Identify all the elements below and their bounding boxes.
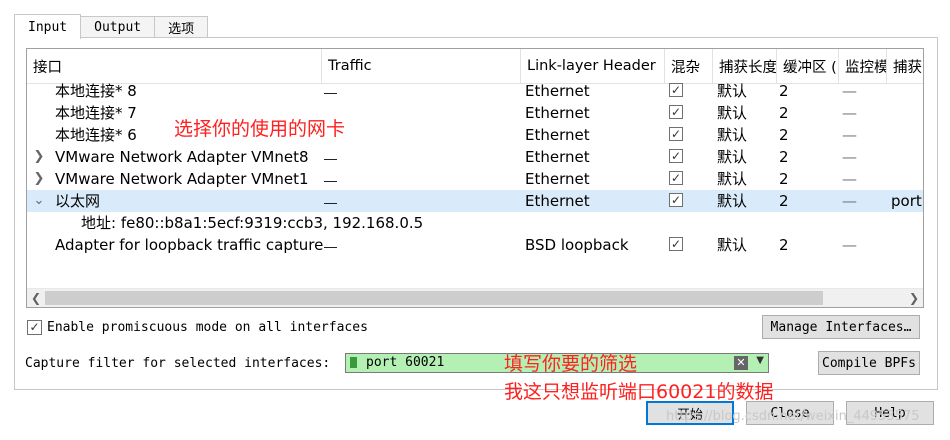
manage-interfaces-button[interactable]: Manage Interfaces… xyxy=(762,315,920,339)
capture-filter-label: Capture filter for selected interfaces: xyxy=(25,356,331,371)
capture-filter-value: port 60021 xyxy=(366,355,445,370)
interface-name: VMware Network Adapter VMnet8 xyxy=(55,148,309,166)
promiscuous-checkbox[interactable]: ✓ xyxy=(669,171,683,185)
header-traffic[interactable]: Traffic xyxy=(322,49,521,83)
header-link-layer[interactable]: Link-layer Header xyxy=(521,49,665,83)
header-capture-filter[interactable]: 捕获 xyxy=(887,49,923,83)
buffer: 2 xyxy=(779,192,789,210)
monitor-mode: — xyxy=(842,192,857,210)
capture-filter-cell: port xyxy=(891,192,922,210)
buffer: 2 xyxy=(779,104,789,122)
buffer: 2 xyxy=(779,236,789,254)
compile-bpfs-button[interactable]: Compile BPFs xyxy=(818,351,920,375)
traffic-sparkline xyxy=(324,247,337,248)
annotation-port-hint: 我这只想监听端口60021的数据 xyxy=(504,381,774,403)
traffic-sparkline xyxy=(324,203,337,204)
interface-name: VMware Network Adapter VMnet1 xyxy=(55,170,309,188)
link-layer: BSD loopback xyxy=(525,236,629,254)
watermark: https://blog.csdn.net/weixin_44953575 xyxy=(666,409,920,424)
annotation-select-nic: 选择你的使用的网卡 xyxy=(174,118,346,140)
link-layer: Ethernet xyxy=(525,148,590,166)
buffer: 2 xyxy=(779,170,789,188)
table-row[interactable]: Adapter for loopback traffic capture BSD… xyxy=(27,234,923,256)
monitor-mode: — xyxy=(842,82,857,100)
monitor-mode: — xyxy=(842,170,857,188)
monitor-mode: — xyxy=(842,126,857,144)
traffic-sparkline xyxy=(324,159,337,160)
table-row-child[interactable]: 地址: fe80::b8a1:5ecf:9319:ccb3, 192.168.0… xyxy=(27,212,923,234)
scroll-right-icon[interactable]: ❯ xyxy=(905,289,923,307)
scrollbar-thumb[interactable] xyxy=(45,291,823,305)
chevron-down-icon[interactable]: ⌄ xyxy=(33,190,45,212)
monitor-mode: — xyxy=(842,236,857,254)
promiscuous-label: Enable promiscuous mode on all interface… xyxy=(47,320,368,335)
chevron-right-icon[interactable]: ❯ xyxy=(33,146,45,168)
header-snaplen[interactable]: 捕获长度 xyxy=(713,49,777,83)
snaplen: 默认 xyxy=(717,126,748,144)
traffic-sparkline xyxy=(324,93,337,94)
bookmark-icon[interactable] xyxy=(350,357,357,368)
promiscuous-checkbox[interactable]: ✓ xyxy=(669,83,683,97)
link-layer: Ethernet xyxy=(525,192,590,210)
link-layer: Ethernet xyxy=(525,104,590,122)
buffer: 2 xyxy=(779,148,789,166)
header-promiscuous[interactable]: 混杂 xyxy=(665,49,713,83)
interface-name: 本地连接* 7 xyxy=(55,104,137,122)
scroll-left-icon[interactable]: ❮ xyxy=(27,289,45,307)
table-row[interactable]: 本地连接* 8 Ethernet ✓ 默认 2 — xyxy=(27,80,923,102)
snaplen: 默认 xyxy=(717,104,748,122)
clear-icon[interactable]: ✕ xyxy=(734,356,748,370)
promiscuous-checkbox[interactable]: ✓ xyxy=(669,149,683,163)
link-layer: Ethernet xyxy=(525,82,590,100)
chevron-right-icon[interactable]: ❯ xyxy=(33,168,45,190)
interface-name: 本地连接* 6 xyxy=(55,126,137,144)
buffer: 2 xyxy=(779,82,789,100)
interface-address: 地址: fe80::b8a1:5ecf:9319:ccb3, 192.168.0… xyxy=(81,214,424,232)
table-row[interactable]: 本地连接* 6 Ethernet ✓ 默认 2 — xyxy=(27,124,923,146)
table-row[interactable]: ❯ VMware Network Adapter VMnet8 Ethernet… xyxy=(27,146,923,168)
table-row-selected[interactable]: ⌄ 以太网 Ethernet ✓ 默认 2 — port xyxy=(27,190,923,212)
traffic-sparkline xyxy=(324,181,337,182)
header-monitor[interactable]: 监控模 xyxy=(839,49,887,83)
annotation-filter-hint: 填写你要的筛选 xyxy=(504,353,638,375)
snaplen: 默认 xyxy=(717,236,748,254)
snaplen: 默认 xyxy=(717,170,748,188)
promiscuous-checkbox[interactable]: ✓ xyxy=(669,237,683,251)
interface-name: 本地连接* 8 xyxy=(55,82,137,100)
tab-options[interactable]: 选项 xyxy=(154,16,209,38)
table-header: 接口 Traffic Link-layer Header 混杂 捕获长度 缓冲区… xyxy=(27,49,923,84)
promiscuous-checkbox[interactable]: ✓ xyxy=(669,105,683,119)
buffer: 2 xyxy=(779,126,789,144)
dropdown-icon[interactable]: ▼ xyxy=(756,355,764,366)
snaplen: 默认 xyxy=(717,148,748,166)
monitor-mode: — xyxy=(842,148,857,166)
snaplen: 默认 xyxy=(717,192,748,210)
promiscuous-all-checkbox[interactable]: ✓ xyxy=(27,320,42,335)
tab-output[interactable]: Output xyxy=(80,16,156,38)
table-row[interactable]: ❯ VMware Network Adapter VMnet1 Ethernet… xyxy=(27,168,923,190)
tab-input[interactable]: Input xyxy=(14,14,82,39)
promiscuous-checkbox[interactable]: ✓ xyxy=(669,127,683,141)
link-layer: Ethernet xyxy=(525,170,590,188)
horizontal-scrollbar[interactable]: ❮ ❯ xyxy=(27,288,923,307)
interface-name: 以太网 xyxy=(55,192,101,210)
promiscuous-checkbox[interactable]: ✓ xyxy=(669,193,683,207)
table-row[interactable]: 本地连接* 7 Ethernet ✓ 默认 2 — xyxy=(27,102,923,124)
header-interface[interactable]: 接口 xyxy=(27,49,322,83)
interface-name: Adapter for loopback traffic capture xyxy=(55,236,324,254)
monitor-mode: — xyxy=(842,104,857,122)
link-layer: Ethernet xyxy=(525,126,590,144)
snaplen: 默认 xyxy=(717,82,748,100)
tab-bar: Input Output 选项 xyxy=(14,14,209,39)
header-buffer[interactable]: 缓冲区 ( xyxy=(777,49,839,83)
interface-list: 接口 Traffic Link-layer Header 混杂 捕获长度 缓冲区… xyxy=(26,48,924,308)
